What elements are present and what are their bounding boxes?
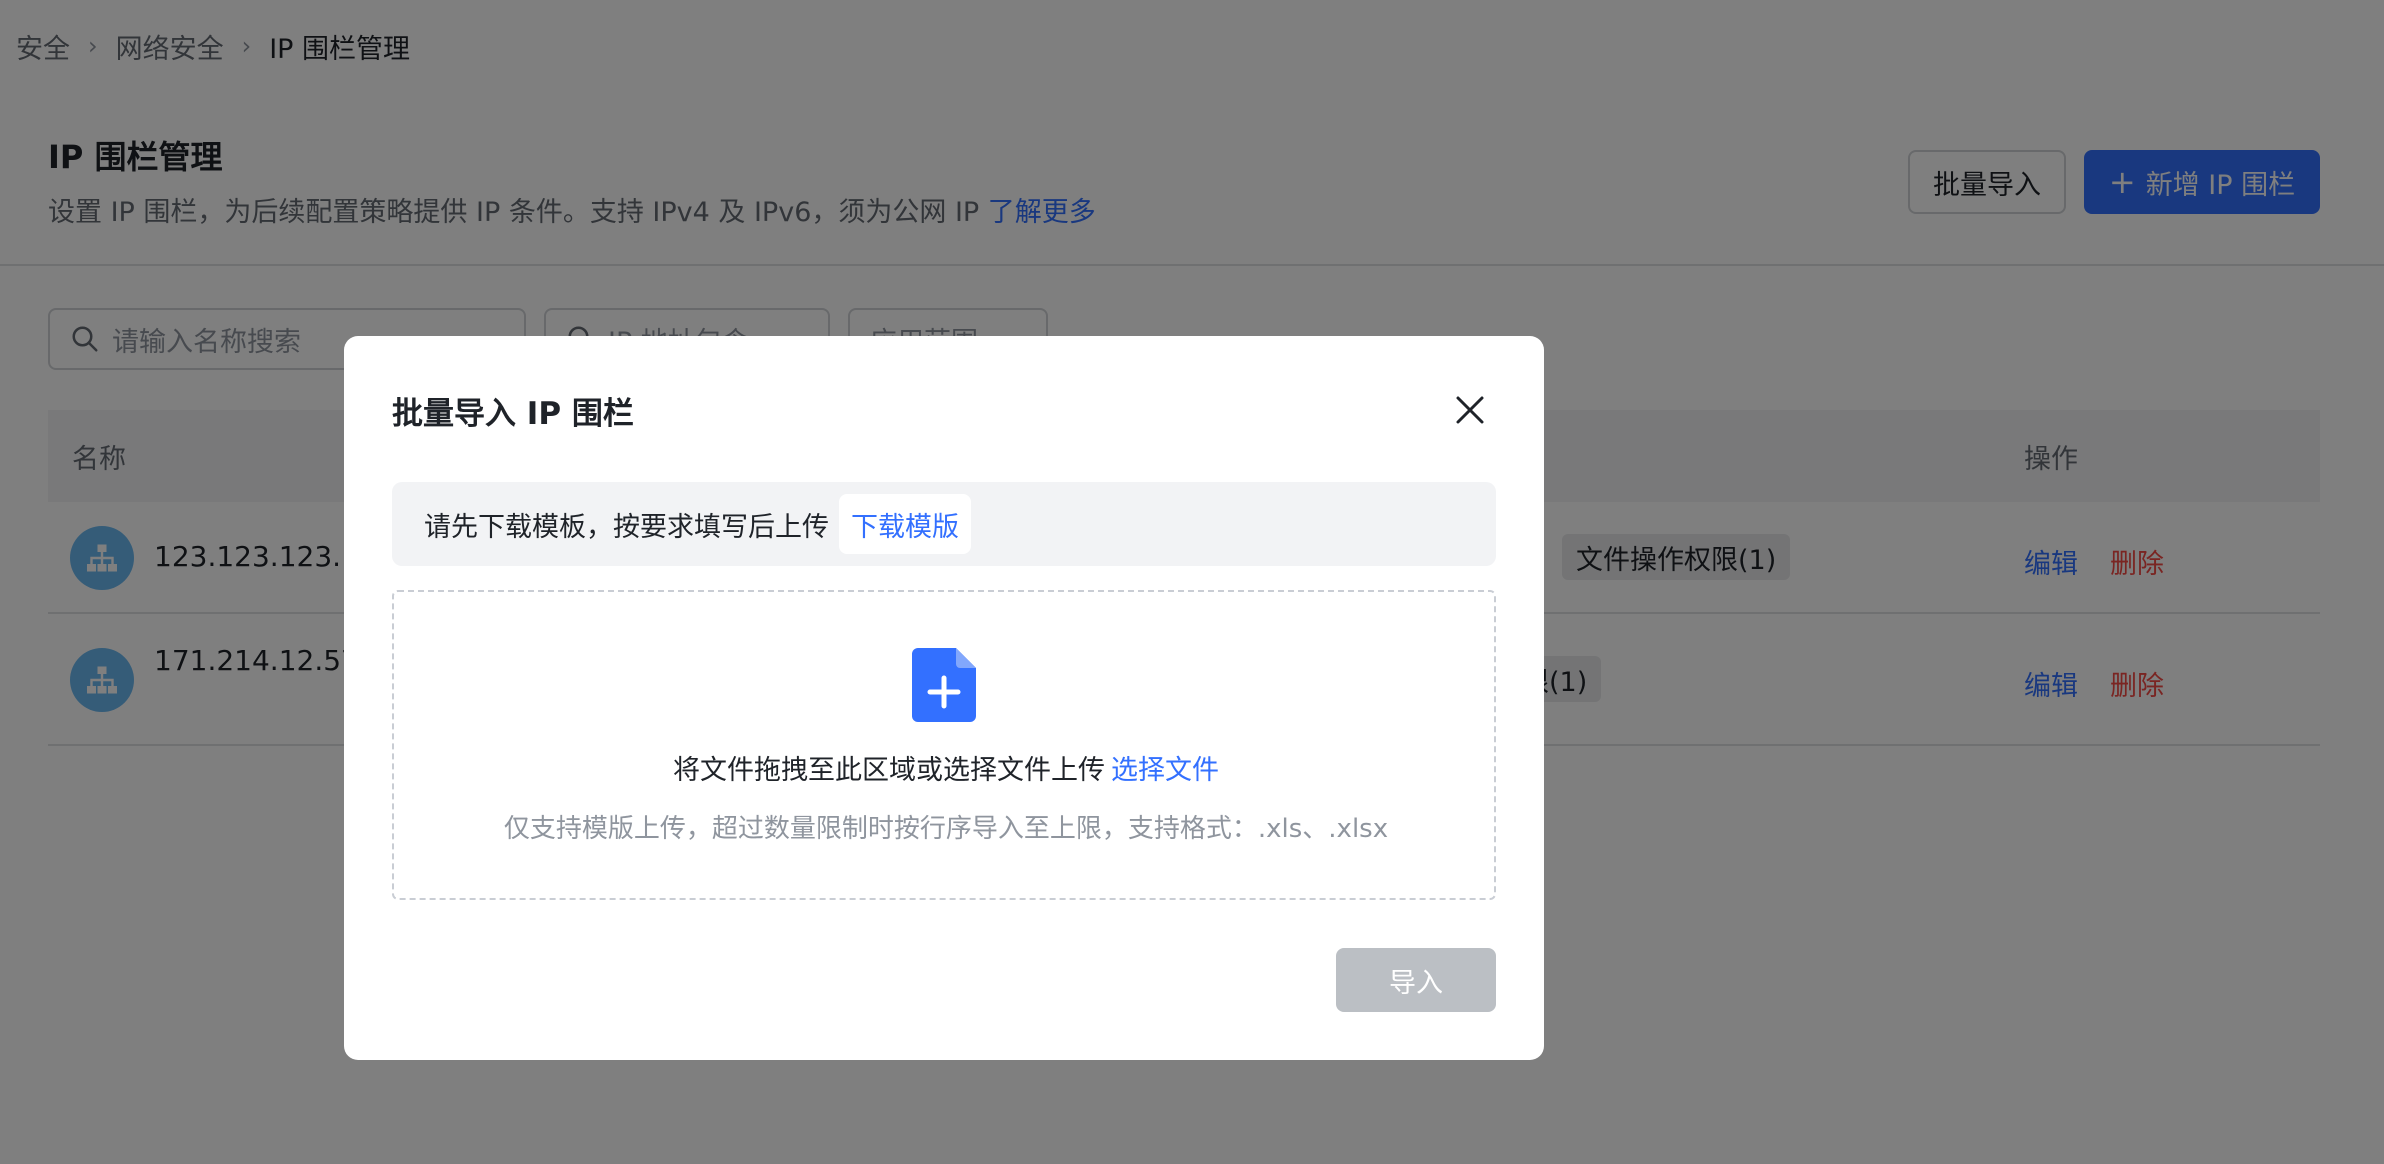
dialog-title: 批量导入 IP 围栏 bbox=[392, 396, 634, 432]
template-tip-text: 请先下载模板，按要求填写后上传 bbox=[424, 511, 829, 543]
template-tip: 请先下载模板，按要求填写后上传 下载模版 bbox=[392, 482, 1496, 566]
batch-import-dialog: 批量导入 IP 围栏 请先下载模板，按要求填写后上传 下载模版 将文件拖拽至此区… bbox=[344, 336, 1544, 1060]
close-icon[interactable] bbox=[1448, 388, 1492, 432]
import-button[interactable]: 导入 bbox=[1336, 948, 1496, 1012]
file-add-icon bbox=[912, 648, 976, 722]
choose-file-link[interactable]: 选择文件 bbox=[1111, 755, 1219, 786]
file-dropzone[interactable]: 将文件拖拽至此区域或选择文件上传 选择文件 仅支持模版上传，超过数量限制时按行序导… bbox=[392, 590, 1496, 900]
drop-instruction: 将文件拖拽至此区域或选择文件上传 bbox=[673, 755, 1105, 786]
dropzone-text: 将文件拖拽至此区域或选择文件上传 选择文件 bbox=[394, 748, 1498, 787]
upload-hint: 仅支持模版上传，超过数量限制时按行序导入至上限，支持格式：.xls、.xlsx bbox=[503, 814, 1389, 844]
download-template-link[interactable]: 下载模版 bbox=[839, 494, 971, 554]
